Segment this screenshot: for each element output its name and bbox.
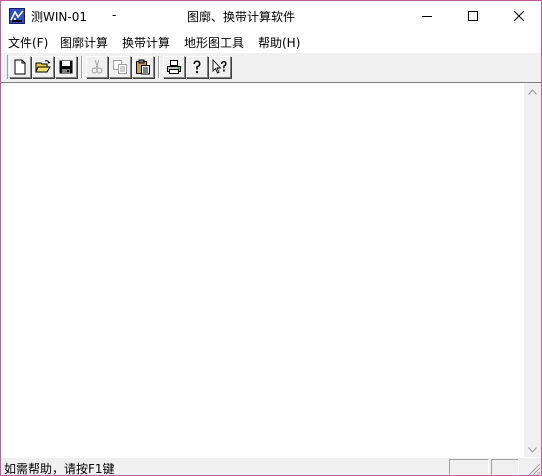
- save-icon: [59, 60, 73, 74]
- minimize-button[interactable]: [404, 1, 450, 31]
- toolbar-separator: [81, 56, 83, 78]
- open-folder-icon: [35, 60, 51, 73]
- maximize-icon: [468, 11, 478, 21]
- menu-file[interactable]: 文件(F): [7, 34, 49, 51]
- menu-bar: 文件(F) 图廓计算 换带计算 地形图工具 帮助(H): [1, 31, 541, 52]
- new-file-button[interactable]: [9, 56, 31, 78]
- maximize-button[interactable]: [450, 1, 496, 31]
- toolbar-grip[interactable]: [3, 55, 8, 79]
- about-button[interactable]: [186, 56, 208, 78]
- menu-zone-conversion[interactable]: 换带计算: [121, 34, 171, 51]
- copy-icon: [113, 60, 127, 74]
- status-message: 如需帮助，请按F1键: [4, 462, 115, 476]
- menu-frame-calculation[interactable]: 图廓计算: [59, 34, 109, 51]
- chevron-up-icon: [528, 88, 537, 95]
- close-icon: [514, 11, 524, 21]
- status-bar: 如需帮助，请按F1键: [1, 457, 541, 476]
- close-button[interactable]: [496, 1, 541, 31]
- copy-button[interactable]: [109, 56, 131, 78]
- paste-button[interactable]: [132, 56, 154, 78]
- print-button[interactable]: [163, 56, 185, 78]
- print-icon: [167, 60, 181, 74]
- toolbar-separator: [158, 56, 160, 78]
- scroll-up-button[interactable]: [524, 83, 541, 100]
- help-icon: [193, 60, 201, 74]
- save-button[interactable]: [55, 56, 77, 78]
- resize-grip-icon[interactable]: [525, 460, 541, 475]
- new-file-icon: [14, 59, 26, 75]
- title-separator: -: [112, 8, 117, 22]
- document-view[interactable]: [1, 82, 541, 458]
- chevron-down-icon: [528, 446, 537, 453]
- toolbar: [1, 52, 541, 83]
- app-name: 测WIN-01: [31, 10, 87, 24]
- status-pane: [449, 459, 489, 475]
- context-help-button[interactable]: [209, 56, 231, 78]
- paste-icon: [136, 59, 150, 75]
- minimize-icon: [422, 16, 432, 17]
- window-title: 图廓、换带计算软件: [187, 10, 296, 24]
- vertical-scrollbar[interactable]: [524, 83, 541, 458]
- status-pane: [491, 459, 519, 475]
- scroll-down-button[interactable]: [524, 441, 541, 458]
- title-bar[interactable]: 测WIN-01 - 图廓、换带计算软件: [1, 1, 541, 31]
- open-button[interactable]: [32, 56, 54, 78]
- menu-help[interactable]: 帮助(H): [257, 34, 301, 51]
- app-logo-icon[interactable]: [9, 8, 25, 24]
- cut-icon: [91, 59, 103, 74]
- app-window: 测WIN-01 - 图廓、换带计算软件 文件(F) 图廓计算 换带计算 地形图工…: [0, 0, 542, 476]
- cut-button[interactable]: [86, 56, 108, 78]
- menu-topographic-tools[interactable]: 地形图工具: [183, 34, 245, 51]
- context-help-icon: [212, 59, 227, 74]
